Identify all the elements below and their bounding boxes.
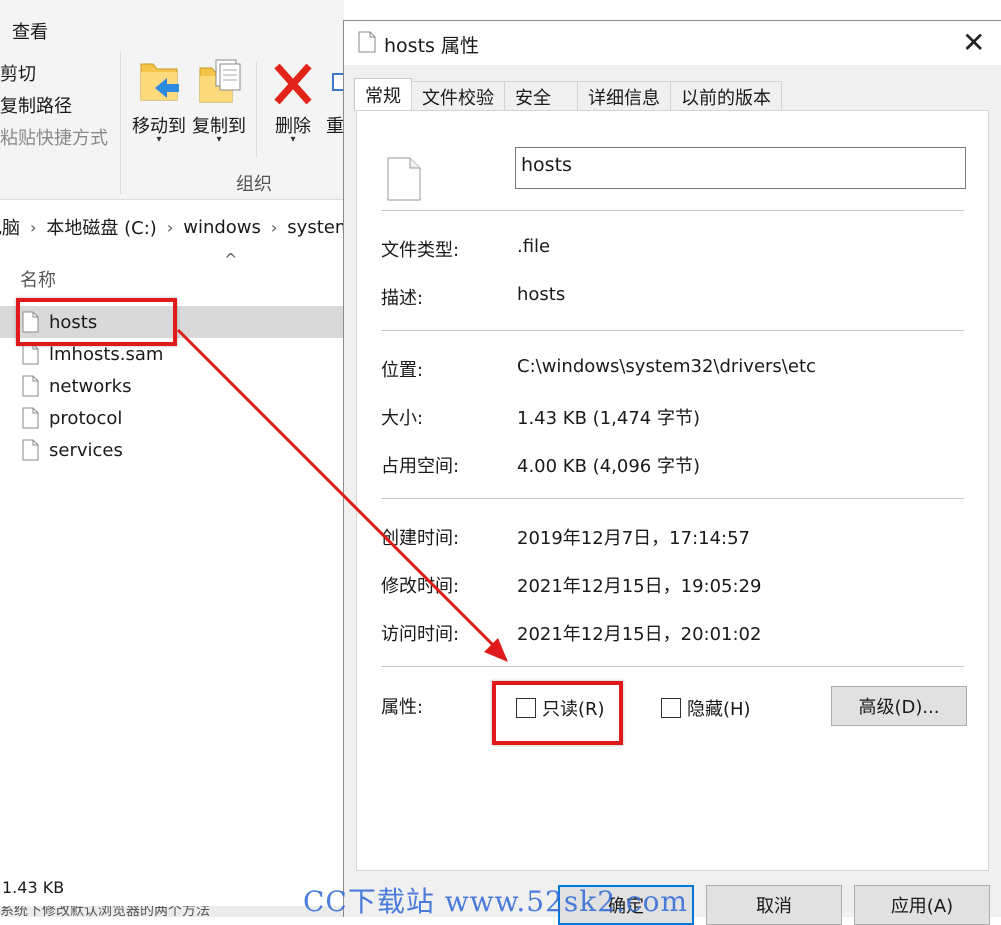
move-to-icon [140,63,179,101]
apply-button[interactable]: 应用(A) [854,885,990,925]
file-row-networks[interactable]: networks [0,370,344,402]
file-icon [22,375,39,397]
breadcrumb-item-system32[interactable]: system32 [287,217,344,238]
cancel-button[interactable]: 取消 [706,885,842,925]
file-name: networks [49,375,132,397]
accessed-label: 访问时间: [381,624,460,645]
hidden-label: 隐藏(H) [687,699,751,720]
dialog-titlebar[interactable]: hosts 属性 ✕ [344,21,1001,65]
large-file-icon [387,157,421,201]
description-value: hosts [517,284,566,305]
ribbon-divider [120,52,121,194]
file-name: services [49,439,123,461]
divider [381,498,964,499]
ribbon: 查看 剪切 复制路径 粘贴快捷方式 移动到 ▾ 复制到 ▾ 删除 ▾ 重 组织 [0,0,354,200]
chevron-right-icon: › [30,217,37,237]
cut-button[interactable]: 剪切 [0,60,36,86]
chevron-down-icon: ▾ [216,134,222,145]
created-label: 创建时间: [381,528,460,549]
chevron-right-icon: › [166,217,174,237]
chevron-down-icon: ▾ [290,134,296,145]
delete-x-icon [274,63,312,105]
rename-label: 重 [326,116,344,137]
menu-tab-view[interactable]: 查看 [12,18,48,44]
dialog-title: hosts 属性 [384,35,479,57]
general-tab-panel: hosts 文件类型: .file 描述: hosts 位置: C:\windo… [356,110,989,871]
modified-label: 修改时间: [381,576,460,597]
file-row-protocol[interactable]: protocol [0,402,344,434]
tab-general[interactable]: 常规 [354,78,412,111]
move-to-button[interactable]: 移动到 ▾ [128,58,190,158]
modified-value: 2021年12月15日，19:05:29 [517,576,762,597]
column-header-name[interactable]: 名称 [20,266,56,292]
delete-button[interactable]: 删除 ▾ [262,58,324,158]
chevron-right-icon: › [270,217,278,237]
copy-to-icon [199,59,241,103]
file-row-services[interactable]: services [0,434,344,466]
created-value: 2019年12月7日，17:14:57 [517,528,751,549]
watermark-text: CC下载站 www.52sk2.com [303,885,688,918]
file-name: lmhosts.sam [49,343,164,365]
annotation-highlight-hosts [16,298,177,346]
status-selected-size: 1.43 KB [2,878,65,897]
file-icon [22,343,39,365]
file-icon [358,31,376,53]
close-icon[interactable]: ✕ [962,29,985,57]
file-icon [22,407,39,429]
divider [381,666,964,667]
file-explorer-window: 查看 剪切 复制路径 粘贴快捷方式 移动到 ▾ 复制到 ▾ 删除 ▾ 重 组织 … [0,0,354,917]
tab-security[interactable]: 安全 [504,81,578,111]
breadcrumb-item-drive[interactable]: 本地磁盘 (C:) [46,214,156,240]
disk-size-label: 占用空间: [381,456,460,477]
bottom-caption: 系统下修改默认浏览器的两个方法 [0,906,344,917]
breadcrumb: 电脑 › 本地磁盘 (C:) › windows › system32 [0,210,344,244]
breadcrumb-item-windows[interactable]: windows [183,217,261,238]
ribbon-divider [256,62,257,158]
checkbox-unchecked-icon [661,698,681,718]
breadcrumb-item-pc[interactable]: 电脑 [0,214,20,240]
tab-details[interactable]: 详细信息 [577,81,671,111]
copy-to-button[interactable]: 复制到 ▾ [188,58,250,158]
accessed-value: 2021年12月15日，20:01:02 [517,624,762,645]
properties-dialog: hosts 属性 ✕ 常规 文件校验 安全 详细信息 以前的版本 hosts 文… [343,20,1001,925]
copy-path-button[interactable]: 复制路径 [0,92,72,118]
ribbon-group-label: 组织 [236,174,272,195]
disk-size-value: 4.00 KB (4,096 字节) [517,456,700,477]
divider [381,210,964,211]
file-name-input[interactable]: hosts [515,147,966,189]
file-icon [22,439,39,461]
divider [381,330,964,331]
tab-previous-versions[interactable]: 以前的版本 [670,81,782,111]
size-value: 1.43 KB (1,474 字节) [517,408,700,429]
file-type-label: 文件类型: [381,240,460,261]
location-value: C:\windows\system32\drivers\etc [517,356,816,377]
paste-shortcut-button[interactable]: 粘贴快捷方式 [0,124,108,150]
dialog-tabs: 常规 文件校验 安全 详细信息 以前的版本 [354,78,782,111]
file-type-value: .file [517,236,551,257]
advanced-button[interactable]: 高级(D)... [831,686,967,726]
sort-ascending-icon: ^ [224,250,238,269]
tab-file-checksum[interactable]: 文件校验 [411,81,505,111]
attributes-label: 属性: [381,697,424,718]
chevron-down-icon: ▾ [156,134,162,145]
file-name: protocol [49,407,123,429]
description-label: 描述: [381,288,424,309]
location-label: 位置: [381,360,424,381]
annotation-highlight-readonly [492,681,623,745]
size-label: 大小: [381,408,424,429]
hidden-checkbox[interactable]: 隐藏(H) [661,695,751,721]
